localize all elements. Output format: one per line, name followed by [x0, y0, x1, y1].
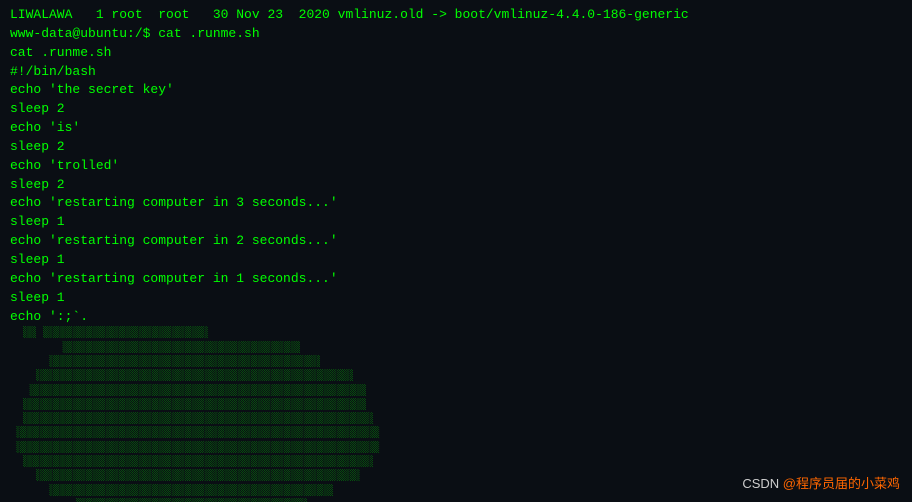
terminal-line-14: echo 'restarting computer in 1 seconds..… — [10, 270, 902, 289]
watermark-handle: @程序员届的小菜鸡 — [783, 476, 900, 491]
terminal-line-5: sleep 2 — [10, 100, 902, 119]
terminal-line-6: echo 'is' — [10, 119, 902, 138]
terminal-line-15: sleep 1 — [10, 289, 902, 308]
terminal-line-12: echo 'restarting computer in 2 seconds..… — [10, 232, 902, 251]
terminal-line-2: cat .runme.sh — [10, 44, 902, 63]
terminal-line-3: #!/bin/bash — [10, 63, 902, 82]
terminal-line-0: LIWALAWA 1 root root 30 Nov 23 2020 vmli… — [10, 6, 902, 25]
watermark-label: CSDN @程序员届的小菜鸡 — [742, 475, 900, 494]
terminal-line-16: echo ':;`. — [10, 308, 902, 327]
terminal-line-1: www-data@ubuntu:/$ cat .runme.sh — [10, 25, 902, 44]
terminal-line-13: sleep 1 — [10, 251, 902, 270]
terminal-line-7: sleep 2 — [10, 138, 902, 157]
terminal-line-8: echo 'trolled' — [10, 157, 902, 176]
terminal-line-10: echo 'restarting computer in 3 seconds..… — [10, 194, 902, 213]
terminal-line-11: sleep 1 — [10, 213, 902, 232]
terminal-line-4: echo 'the secret key' — [10, 81, 902, 100]
terminal-window: LIWALAWA 1 root root 30 Nov 23 2020 vmli… — [0, 0, 912, 502]
terminal-line-9: sleep 2 — [10, 176, 902, 195]
